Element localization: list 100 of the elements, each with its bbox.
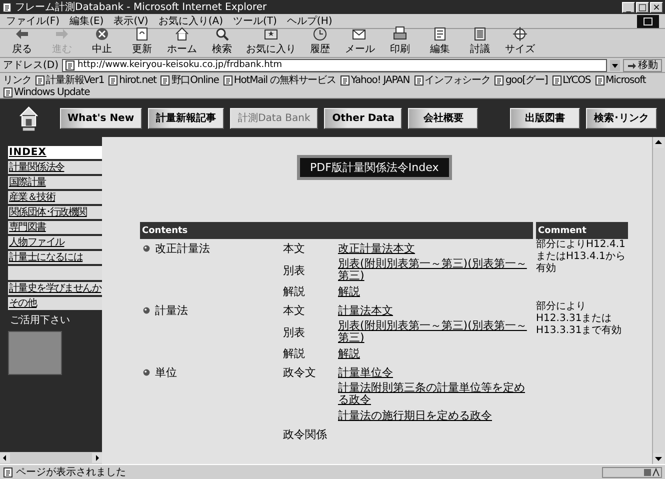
toolbar-button[interactable]: 戻る: [4, 26, 40, 57]
nav-button[interactable]: 計量新報記事: [148, 108, 224, 128]
address-label: アドレス(D): [3, 59, 59, 72]
nav-button[interactable]: Other Data: [324, 108, 402, 128]
house-logo-icon: [18, 104, 40, 132]
column-header: Comment: [536, 222, 628, 239]
menu-item[interactable]: ファイル(F): [6, 14, 60, 28]
document-link[interactable]: 計量法の施行期日を定める政令: [338, 410, 534, 422]
section-label: 本文: [283, 304, 305, 317]
home-icon: [174, 26, 190, 42]
sidebar-item[interactable]: 産業＆技術: [8, 191, 102, 204]
links-label: リンク: [3, 74, 32, 87]
sidebar-item[interactable]: 人物ファイル: [8, 236, 102, 249]
window-control-button[interactable]: ×: [650, 2, 663, 12]
page-icon: [64, 60, 75, 70]
nav-button[interactable]: 会社概要: [408, 108, 478, 128]
scroll-left-icon: [0, 453, 10, 463]
toolbar-button[interactable]: サイズ: [502, 26, 538, 57]
document-link[interactable]: 改正計量法本文: [338, 242, 534, 254]
document-link[interactable]: 別表(附則別表第一～第三)(別表第一～第三): [338, 258, 534, 282]
link-item[interactable]: Yahoo! JAPAN: [340, 74, 410, 86]
window-control-button[interactable]: _: [622, 2, 635, 12]
nav-button[interactable]: 出版図書: [510, 108, 580, 128]
page-icon: [108, 74, 118, 86]
sidebar-item[interactable]: その他: [8, 297, 102, 310]
toolbar-button[interactable]: 編集: [422, 26, 458, 57]
link-item[interactable]: hirot.net: [108, 74, 156, 86]
menu-item[interactable]: 表示(V): [114, 14, 148, 28]
link-item[interactable]: インフォシーク: [414, 73, 490, 87]
sidebar-item[interactable]: 国際計量: [8, 176, 102, 189]
toolbar-button[interactable]: お気に入り: [244, 26, 298, 57]
page-icon: [414, 74, 424, 86]
nav-button[interactable]: What's New: [60, 108, 142, 128]
browser-logo-icon: [637, 14, 659, 28]
bullet-ball-icon: [143, 307, 150, 314]
page-icon: [494, 74, 504, 86]
page-heading: PDF版計量関係法令Index: [297, 155, 452, 180]
menu-item[interactable]: お気に入り(A): [158, 14, 223, 28]
vertical-scrollbar[interactable]: [652, 137, 665, 464]
section-label: 解説: [283, 347, 305, 360]
comment-text: 部分によりH12.3.31またはH13.3.31まで有効: [536, 301, 622, 336]
bullet-ball-icon: [143, 245, 150, 252]
toolbar-button[interactable]: メール: [342, 26, 378, 57]
link-item[interactable]: HotMail の無料サービス: [222, 73, 336, 87]
page-icon: [340, 74, 350, 86]
group-title: 計量法: [155, 303, 188, 318]
horizontal-scrollbar[interactable]: [0, 452, 102, 464]
document-link[interactable]: 計量単位令: [338, 366, 534, 378]
sidebar-item[interactable]: 計量史を学びませんか: [8, 282, 102, 295]
page-icon: [35, 74, 46, 86]
section-label: 政令関係: [283, 428, 327, 441]
arrow-icon: [627, 60, 636, 70]
section-label: 別表: [283, 264, 305, 276]
document-link[interactable]: 計量法附則第三条の計量単位等を定める政令: [338, 382, 534, 406]
menu-item[interactable]: ヘルプ(H): [286, 14, 332, 28]
group-title: 改正計量法: [155, 241, 210, 256]
note-text: ご活用下さい: [10, 314, 71, 327]
sidebar-item[interactable]: 計量関係法令: [8, 161, 102, 174]
address-field[interactable]: http://www.keiryou-keisoku.co.jp/frdbank.htm: [62, 58, 607, 72]
sidebar-item[interactable]: 関係団体･行政機関: [8, 206, 102, 219]
group-title: 単位: [155, 365, 177, 380]
forward-icon: [54, 26, 70, 42]
status-text: ページが表示されました: [16, 466, 127, 479]
search-icon: [214, 26, 230, 42]
toolbar-button[interactable]: 履歴: [302, 26, 338, 57]
link-item[interactable]: LYCOS: [552, 74, 591, 86]
internet-zone-icon: [602, 466, 662, 478]
sidebar-item[interactable]: INDEX: [8, 146, 102, 159]
section-label: 本文: [283, 242, 305, 255]
link-item[interactable]: 野口Online: [160, 73, 219, 87]
toolbar-button[interactable]: 討議: [462, 26, 498, 57]
column-header: Contents: [140, 222, 534, 239]
toolbar-button[interactable]: 中止: [84, 26, 120, 57]
document-link[interactable]: 解説: [338, 286, 534, 298]
toolbar-button[interactable]: 検索: [204, 26, 240, 57]
nav-button[interactable]: 検索･リンク: [586, 108, 657, 128]
book-photo-placeholder: [8, 331, 62, 375]
toolbar-button[interactable]: ホーム: [164, 26, 200, 57]
link-item[interactable]: 計量新報Ver1: [35, 73, 104, 87]
bullet-ball-icon: [143, 369, 150, 376]
menu-item[interactable]: ツール(T): [233, 14, 277, 28]
window-title: フレーム計測Databank - Microsoft Internet Explorer: [15, 0, 268, 14]
menu-item[interactable]: 編集(E): [70, 14, 104, 28]
link-item[interactable]: Microsoft: [594, 74, 646, 86]
document-link[interactable]: 計量法本文: [338, 304, 534, 316]
document-link[interactable]: 解説: [338, 348, 534, 360]
comment-text: 部分によりH12.4.1またはH13.4.1から有効: [536, 239, 626, 274]
window-control-button[interactable]: □: [636, 2, 649, 12]
document-link[interactable]: 別表(附則別表第一～第三)(別表第一～第三): [338, 320, 534, 344]
page-icon: [222, 74, 233, 86]
toolbar-button[interactable]: 印刷: [382, 26, 418, 57]
link-item[interactable]: goo[グー]: [494, 73, 548, 87]
go-button[interactable]: 移動: [623, 58, 662, 72]
link-item[interactable]: Windows Update: [3, 87, 90, 98]
sidebar-item[interactable]: 専門図書: [8, 221, 102, 234]
toolbar-button[interactable]: 更新: [124, 26, 160, 57]
section-label: 政令文: [283, 366, 316, 379]
sidebar-item[interactable]: 計量士になるには: [8, 251, 102, 264]
page-icon: [160, 74, 170, 86]
nav-button[interactable]: 計測Data Bank: [230, 108, 318, 128]
